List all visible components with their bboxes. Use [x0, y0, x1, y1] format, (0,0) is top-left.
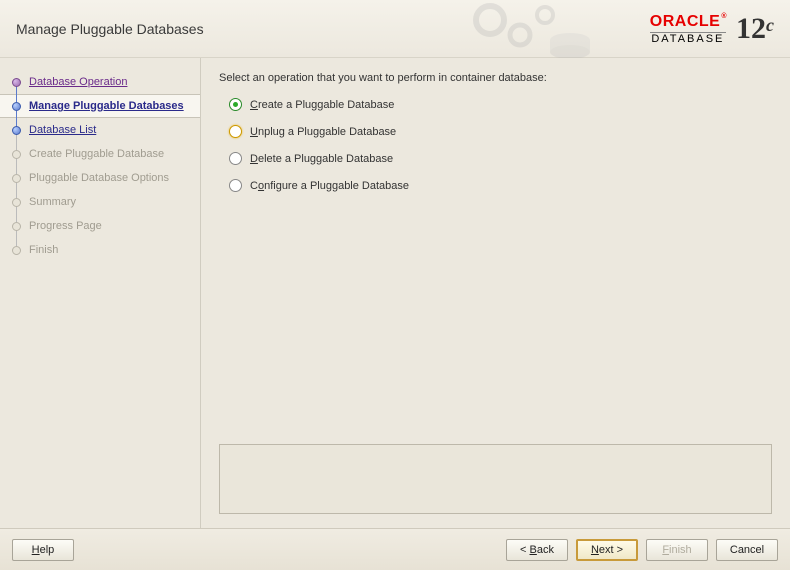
step-summary: Summary — [0, 190, 200, 214]
message-area — [219, 444, 772, 514]
step-label: Database List — [29, 124, 96, 136]
help-button[interactable]: Help — [12, 539, 74, 561]
radio-icon — [229, 152, 242, 165]
cancel-button[interactable]: Cancel — [716, 539, 778, 561]
prompt-text: Select an operation that you want to per… — [219, 72, 772, 84]
content-area: Database Operation Manage Pluggable Data… — [0, 58, 790, 528]
step-dot-icon — [12, 174, 21, 183]
version-label: 12c — [736, 14, 774, 44]
radio-delete-pluggable[interactable]: Delete a Pluggable Database — [229, 152, 772, 165]
step-dot-icon — [12, 78, 21, 87]
step-dot-icon — [12, 102, 21, 111]
main-panel: Select an operation that you want to per… — [200, 58, 790, 528]
product-name: DATABASE — [650, 32, 726, 45]
step-database-operation[interactable]: Database Operation — [0, 70, 200, 94]
brand-logo: ORACLE DATABASE 12c — [650, 13, 774, 45]
next-button[interactable]: Next > — [576, 539, 638, 561]
radio-label: Create a Pluggable Database — [250, 99, 394, 111]
step-sidebar: Database Operation Manage Pluggable Data… — [0, 58, 200, 528]
radio-icon — [229, 179, 242, 192]
radio-configure-pluggable[interactable]: Configure a Pluggable Database — [229, 179, 772, 192]
header-decoration-icon — [450, 0, 610, 58]
step-database-list[interactable]: Database List — [0, 118, 200, 142]
step-label: Manage Pluggable Databases — [29, 100, 184, 112]
step-label: Database Operation — [29, 76, 127, 88]
step-label: Summary — [29, 196, 76, 208]
step-dot-icon — [12, 198, 21, 207]
footer: Help < Back Next > Finish Cancel — [0, 528, 790, 570]
step-dot-icon — [12, 126, 21, 135]
step-manage-pluggable[interactable]: Manage Pluggable Databases — [0, 94, 200, 118]
radio-icon — [229, 125, 242, 138]
step-label: Pluggable Database Options — [29, 172, 169, 184]
step-dot-icon — [12, 150, 21, 159]
header: Manage Pluggable Databases ORACLE DATABA… — [0, 0, 790, 58]
finish-button: Finish — [646, 539, 708, 561]
step-dot-icon — [12, 222, 21, 231]
radio-unplug-pluggable[interactable]: Unplug a Pluggable Database — [229, 125, 772, 138]
step-finish: Finish — [0, 238, 200, 262]
radio-label: Unplug a Pluggable Database — [250, 126, 396, 138]
radio-icon — [229, 98, 242, 111]
step-progress: Progress Page — [0, 214, 200, 238]
step-label: Create Pluggable Database — [29, 148, 164, 160]
radio-create-pluggable[interactable]: Create a Pluggable Database — [229, 98, 772, 111]
step-label: Finish — [29, 244, 58, 256]
brand-name: ORACLE — [650, 13, 726, 31]
radio-label: Delete a Pluggable Database — [250, 153, 393, 165]
step-pluggable-options: Pluggable Database Options — [0, 166, 200, 190]
page-title: Manage Pluggable Databases — [16, 21, 204, 37]
radio-label: Configure a Pluggable Database — [250, 180, 409, 192]
step-dot-icon — [12, 246, 21, 255]
operation-radio-group: Create a Pluggable Database Unplug a Plu… — [219, 98, 772, 192]
back-button[interactable]: < Back — [506, 539, 568, 561]
step-label: Progress Page — [29, 220, 102, 232]
step-create-pluggable: Create Pluggable Database — [0, 142, 200, 166]
